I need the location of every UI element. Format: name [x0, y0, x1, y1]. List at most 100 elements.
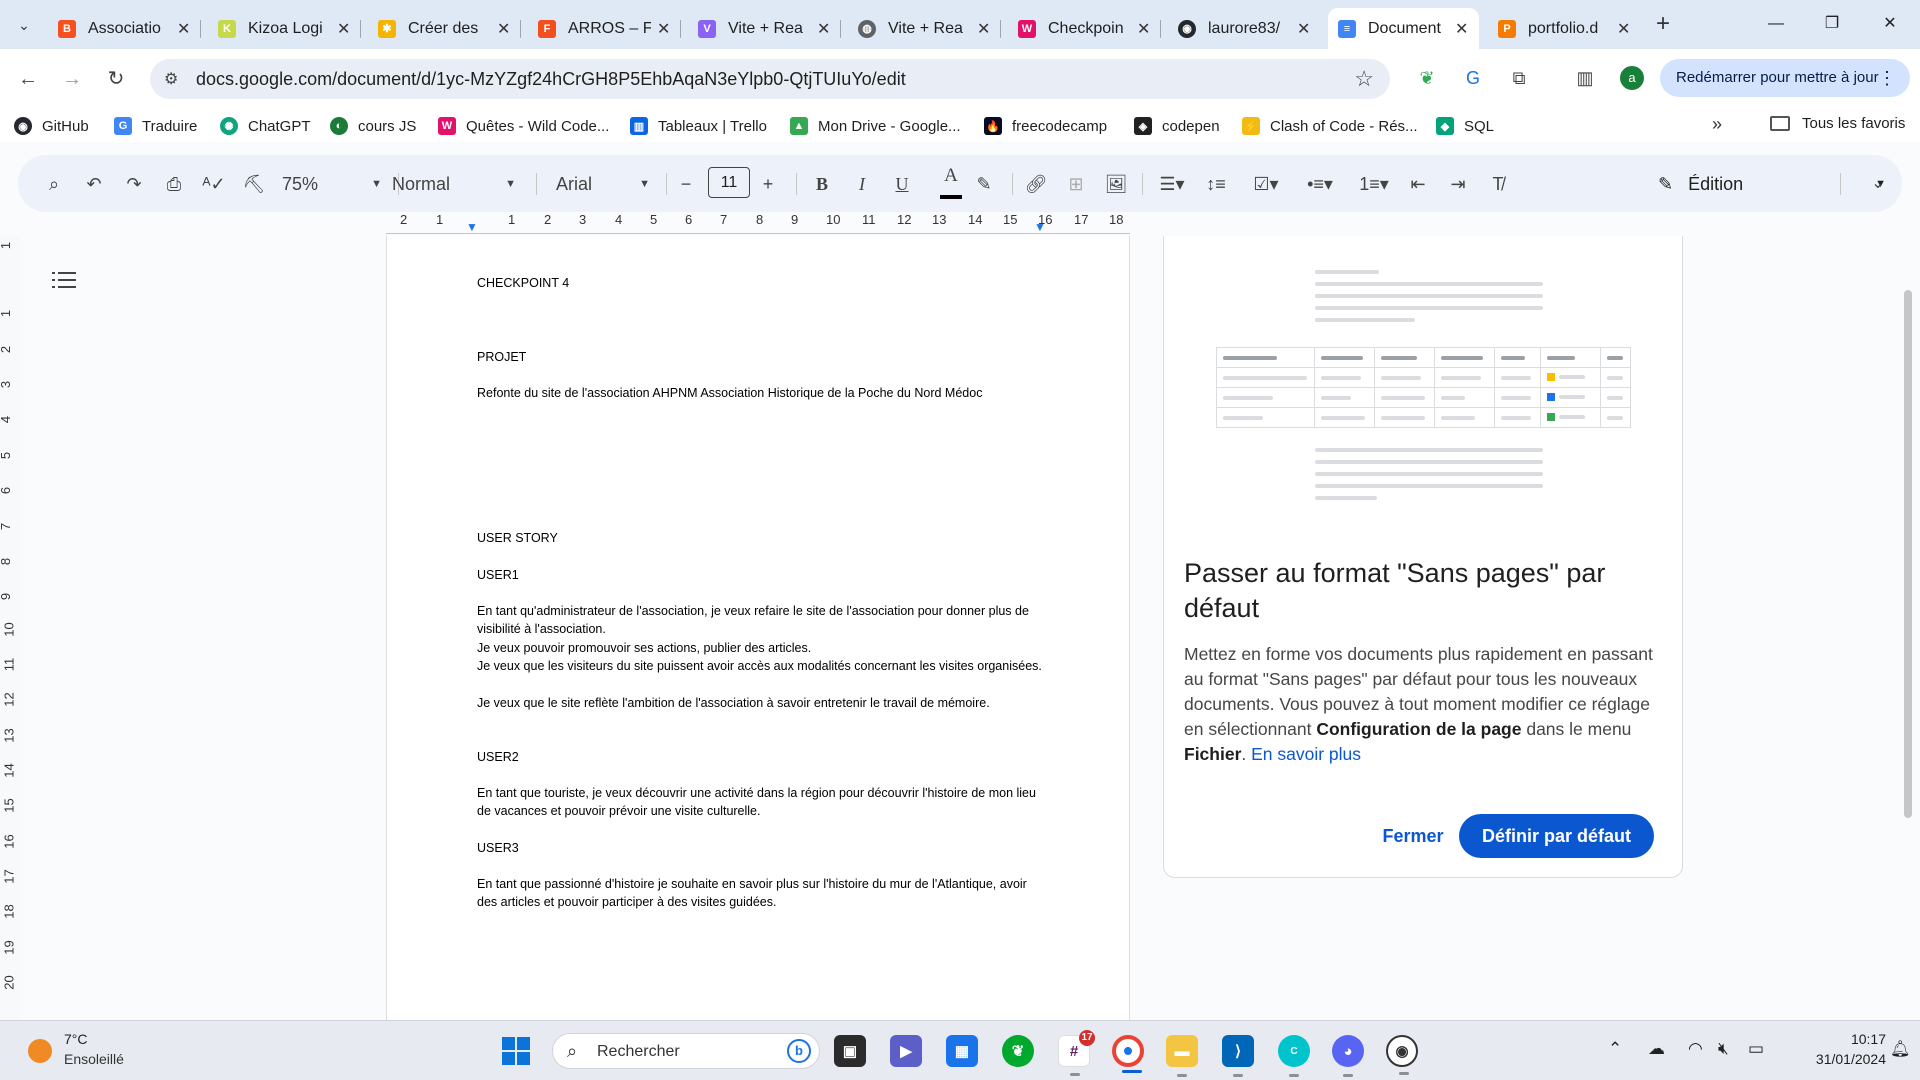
clock-date[interactable]: 31/01/2024	[1786, 1051, 1886, 1067]
battery-icon[interactable]: ▭	[1748, 1039, 1764, 1059]
tab-close-icon[interactable]: ✕	[177, 19, 191, 39]
tab-search-chevron-icon[interactable]: ⌄	[10, 12, 38, 38]
browser-tab[interactable]: ✱ Créer des ✕	[368, 8, 521, 49]
chrome-app-icon[interactable]	[1112, 1035, 1144, 1073]
restore-icon[interactable]: ❐	[1812, 10, 1852, 38]
profile-avatar[interactable]: a	[1620, 66, 1644, 90]
all-bookmarks-button[interactable]: Tous les favoris	[1770, 115, 1905, 132]
bold-button[interactable]: B	[808, 169, 836, 199]
clock-time[interactable]: 10:17	[1826, 1031, 1886, 1047]
wifi-icon[interactable]: ◠	[1688, 1039, 1703, 1059]
paragraph-style-select[interactable]: Normal ▼	[392, 169, 516, 199]
document-page[interactable]: CHECKPOINT 4 PROJET Refonte du site de l…	[386, 236, 1130, 1020]
bookmark-github[interactable]: ◉ GitHub	[14, 115, 89, 137]
tab-close-icon[interactable]: ✕	[1297, 19, 1311, 39]
print-icon[interactable]: ⎙	[160, 169, 188, 199]
evernote-extension-icon[interactable]: ❦	[1414, 65, 1440, 91]
undo-icon[interactable]: ↶	[80, 169, 108, 199]
microsoft-store-icon[interactable]: ▦	[946, 1035, 978, 1067]
tab-close-icon[interactable]: ✕	[1137, 19, 1151, 39]
browser-tab[interactable]: V Vite + Rea ✕	[688, 8, 841, 49]
document-outline-icon[interactable]	[52, 268, 76, 292]
discord-app-icon[interactable]: ◕	[1332, 1035, 1364, 1077]
decrease-font-size-icon[interactable]: −	[672, 169, 700, 199]
search-menus-icon[interactable]: ⌕	[40, 169, 68, 199]
font-size-input[interactable]: 11	[708, 167, 750, 198]
kebab-menu-icon[interactable]: ⋮	[1878, 59, 1896, 97]
tab-close-icon[interactable]: ✕	[497, 19, 511, 39]
insert-link-icon[interactable]: 🔗︎	[1022, 169, 1050, 199]
tab-close-icon[interactable]: ✕	[657, 19, 671, 39]
browser-tab[interactable]: W Checkpoin ✕	[1008, 8, 1161, 49]
bing-icon[interactable]: b	[787, 1039, 811, 1063]
github-desktop-icon[interactable]: ◉	[1386, 1035, 1418, 1075]
tab-close-icon[interactable]: ✕	[1617, 19, 1631, 39]
font-family-select[interactable]: Arial ▼	[556, 169, 650, 199]
browser-tab[interactable]: P portfolio.d ✕	[1488, 8, 1641, 49]
editing-mode-select[interactable]: ✎ Édition ▼	[1658, 169, 1886, 199]
bookmark-clash-of-code[interactable]: ⚡ Clash of Code - Rés...	[1242, 115, 1418, 137]
bulleted-list-icon[interactable]: •≡▾	[1296, 169, 1344, 199]
highlight-pen-icon[interactable]: ✎	[970, 169, 998, 199]
paint-format-icon[interactable]: ⛏	[240, 169, 268, 199]
learn-more-link[interactable]: En savoir plus	[1251, 744, 1361, 764]
teams-meet-icon[interactable]: ▶	[890, 1035, 922, 1067]
bookmark-trello[interactable]: ▥ Tableaux | Trello	[630, 115, 767, 137]
site-settings-icon[interactable]: ⚙	[164, 69, 178, 89]
left-indent-marker-icon[interactable]: ▼	[466, 220, 478, 234]
restart-update-button[interactable]: Redémarrer pour mettre à jour ⋮	[1660, 59, 1910, 97]
taskbar-search-box[interactable]: ⌕ Rechercher b	[552, 1033, 820, 1069]
vertical-ruler[interactable]: 1 1 2 3 4 5 6 7 8 9 10 11 12 13 14 15 16…	[0, 236, 20, 1020]
hide-menus-chevron-icon[interactable]: ⌄	[1864, 169, 1892, 199]
windows-start-icon[interactable]	[502, 1037, 530, 1065]
forward-icon[interactable]: →	[56, 63, 88, 95]
add-comment-icon[interactable]: ⊞	[1062, 169, 1090, 199]
back-icon[interactable]: ←	[12, 63, 44, 95]
reload-icon[interactable]: ↻	[100, 63, 132, 95]
bookmark-chatgpt[interactable]: ✺ ChatGPT	[220, 115, 311, 137]
browser-tab[interactable]: K Kizoa Logi ✕	[208, 8, 361, 49]
canva-app-icon[interactable]: C	[1278, 1035, 1310, 1077]
increase-font-size-icon[interactable]: +	[754, 169, 782, 199]
browser-tab-active[interactable]: ≡ Document ✕	[1328, 8, 1479, 49]
onedrive-cloud-icon[interactable]: ☁	[1648, 1039, 1665, 1059]
vscode-app-icon[interactable]: ⟩	[1222, 1035, 1254, 1077]
document-scrollbar[interactable]	[1904, 290, 1912, 818]
address-url[interactable]: docs.google.com/document/d/1yc-MzYZgf24h…	[196, 69, 906, 90]
file-explorer-icon[interactable]: ▬	[1166, 1035, 1198, 1077]
bookmark-codepen[interactable]: ◈ codepen	[1134, 115, 1220, 137]
slack-app-icon[interactable]: # 17	[1058, 1030, 1095, 1076]
browser-tab[interactable]: B Associatio ✕	[48, 8, 201, 49]
browser-tab[interactable]: ◉ laurore83/ ✕	[1168, 8, 1321, 49]
weather-temperature[interactable]: 7°C	[64, 1031, 88, 1047]
tray-overflow-chevron-icon[interactable]: ⌃	[1608, 1039, 1622, 1059]
numbered-list-icon[interactable]: 1≡▾	[1350, 169, 1398, 199]
checklist-icon[interactable]: ☑▾	[1242, 169, 1290, 199]
bookmark-wild-code[interactable]: W Quêtes - Wild Code...	[438, 115, 609, 137]
spellcheck-icon[interactable]: ᴬ✓	[200, 169, 228, 199]
task-view-icon[interactable]: ▣	[834, 1035, 866, 1067]
notifications-bell-icon[interactable]: 🔔︎	[1890, 1039, 1910, 1059]
align-left-icon[interactable]: ☰▾	[1150, 169, 1194, 199]
close-window-icon[interactable]: ✕	[1870, 10, 1910, 38]
bookmark-freecodecamp[interactable]: 🔥 freecodecamp	[984, 115, 1107, 137]
volume-muted-icon[interactable]: 🔇︎	[1718, 1039, 1729, 1059]
minimize-icon[interactable]: —	[1756, 10, 1796, 38]
bookmark-sql[interactable]: ◆ SQL	[1436, 115, 1494, 137]
decrease-indent-icon[interactable]: ⇤	[1404, 169, 1432, 199]
address-bar[interactable]: ⚙ docs.google.com/document/d/1yc-MzYZgf2…	[150, 59, 1390, 99]
underline-button[interactable]: U	[888, 169, 916, 199]
line-spacing-icon[interactable]: ↕≡	[1202, 169, 1230, 199]
browser-tab[interactable]: ◍ Vite + Rea ✕	[848, 8, 1001, 49]
extensions-puzzle-icon[interactable]: ⧉	[1506, 65, 1532, 91]
side-panel-icon[interactable]: ▥	[1572, 65, 1598, 91]
tab-close-icon[interactable]: ✕	[1455, 19, 1469, 39]
tab-close-icon[interactable]: ✕	[337, 19, 351, 39]
bookmark-cours-js[interactable]: ◐ cours JS	[330, 115, 416, 137]
translate-extension-icon[interactable]: G	[1460, 65, 1486, 91]
insert-image-icon[interactable]: 🖼︎	[1102, 169, 1130, 199]
evernote-app-icon[interactable]: ❦	[1002, 1035, 1034, 1067]
browser-tab[interactable]: F ARROS – F ✕	[528, 8, 681, 49]
bookmarks-overflow-icon[interactable]: »	[1712, 114, 1722, 135]
clear-formatting-icon[interactable]: T̸	[1484, 169, 1512, 199]
